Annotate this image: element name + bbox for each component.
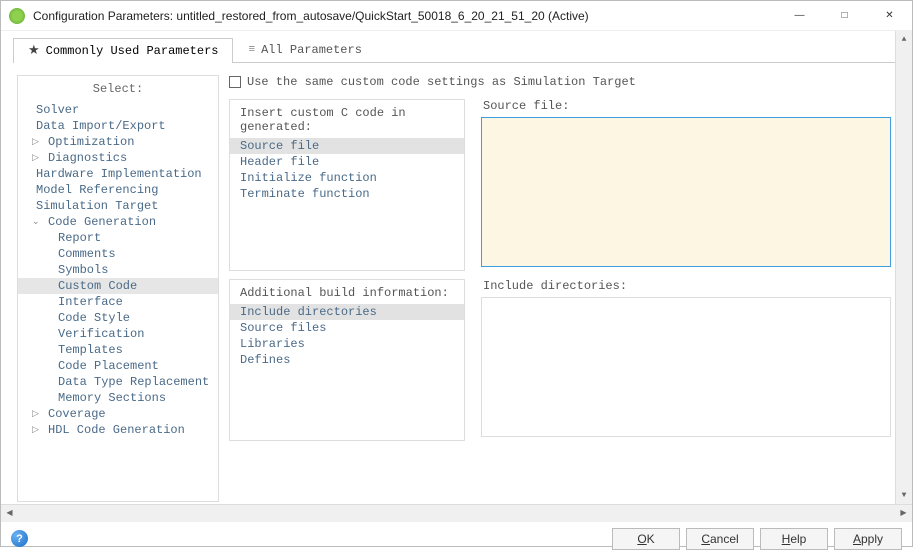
vertical-scrollbar[interactable]: ▲ ▼ [895, 31, 912, 504]
source-file-label: Source file: [481, 99, 891, 113]
scroll-down-icon[interactable]: ▼ [896, 487, 912, 504]
footer: ? OK Cancel Help Apply [1, 521, 912, 555]
build-item-source-files[interactable]: Source files [230, 320, 464, 336]
tree-code-placement[interactable]: Code Placement [18, 358, 218, 374]
scroll-left-icon[interactable]: ◀ [1, 508, 18, 518]
tree-solver[interactable]: Solver [18, 102, 218, 118]
tab-all-parameters[interactable]: ≡ All Parameters [233, 37, 376, 62]
tree-verification[interactable]: Verification [18, 326, 218, 342]
tree-hdl-code-generation[interactable]: ▷HDL Code Generation [18, 422, 218, 438]
apply-button[interactable]: Apply [834, 528, 902, 550]
tab-commonly-used[interactable]: ★ Commonly Used Parameters [13, 38, 233, 63]
insert-code-group: Insert custom C code in generated: Sourc… [229, 99, 465, 271]
chevron-right-icon[interactable]: ▷ [32, 137, 42, 147]
app-icon [9, 8, 25, 24]
help-button[interactable]: Help [760, 528, 828, 550]
category-sidebar: Select: Solver Data Import/Export ▷Optim… [17, 75, 219, 502]
star-icon: ★ [28, 43, 40, 58]
include-directories-editor[interactable] [481, 297, 891, 437]
horizontal-scrollbar[interactable]: ◀ ▶ [1, 504, 912, 521]
build-info-title: Additional build information: [230, 286, 464, 304]
tab-label: Commonly Used Parameters [46, 44, 219, 58]
include-directories-label: Include directories: [481, 279, 891, 293]
list-icon: ≡ [248, 44, 255, 56]
tree-interface[interactable]: Interface [18, 294, 218, 310]
tree-code-style[interactable]: Code Style [18, 310, 218, 326]
same-settings-checkbox[interactable] [229, 76, 241, 88]
tree-optimization[interactable]: ▷Optimization [18, 134, 218, 150]
tree-data-type-replacement[interactable]: Data Type Replacement [18, 374, 218, 390]
tab-bar: ★ Commonly Used Parameters ≡ All Paramet… [13, 37, 895, 63]
tree-report[interactable]: Report [18, 230, 218, 246]
build-item-include-directories[interactable]: Include directories [230, 304, 464, 320]
tree-hardware-implementation[interactable]: Hardware Implementation [18, 166, 218, 182]
build-item-defines[interactable]: Defines [230, 352, 464, 368]
cancel-button[interactable]: Cancel [686, 528, 754, 550]
same-settings-row: Use the same custom code settings as Sim… [229, 75, 891, 89]
sidebar-heading: Select: [18, 78, 218, 102]
tab-label: All Parameters [261, 43, 362, 57]
minimize-button[interactable]: — [777, 1, 822, 30]
close-button[interactable]: ✕ [867, 1, 912, 30]
same-settings-label: Use the same custom code settings as Sim… [247, 75, 636, 89]
chevron-right-icon[interactable]: ▷ [32, 153, 42, 163]
tree-templates[interactable]: Templates [18, 342, 218, 358]
tree-custom-code[interactable]: Custom Code [18, 278, 218, 294]
scroll-track[interactable] [896, 48, 912, 487]
insert-item-header-file[interactable]: Header file [230, 154, 464, 170]
scroll-right-icon[interactable]: ▶ [895, 508, 912, 518]
insert-item-terminate-function[interactable]: Terminate function [230, 186, 464, 202]
settings-pane: Use the same custom code settings as Sim… [229, 71, 891, 502]
category-tree: Solver Data Import/Export ▷Optimization … [18, 102, 218, 438]
build-item-libraries[interactable]: Libraries [230, 336, 464, 352]
tree-diagnostics[interactable]: ▷Diagnostics [18, 150, 218, 166]
tree-memory-sections[interactable]: Memory Sections [18, 390, 218, 406]
tree-data-import-export[interactable]: Data Import/Export [18, 118, 218, 134]
chevron-right-icon[interactable]: ▷ [32, 425, 42, 435]
insert-item-source-file[interactable]: Source file [230, 138, 464, 154]
maximize-button[interactable]: □ [822, 1, 867, 30]
scroll-up-icon[interactable]: ▲ [896, 31, 912, 48]
chevron-down-icon[interactable]: ⌄ [32, 217, 42, 227]
insert-item-initialize-function[interactable]: Initialize function [230, 170, 464, 186]
help-icon[interactable]: ? [11, 530, 28, 547]
tree-comments[interactable]: Comments [18, 246, 218, 262]
tree-model-referencing[interactable]: Model Referencing [18, 182, 218, 198]
window-controls: — □ ✕ [777, 1, 912, 30]
tree-simulation-target[interactable]: Simulation Target [18, 198, 218, 214]
titlebar: Configuration Parameters: untitled_resto… [1, 1, 912, 31]
tree-symbols[interactable]: Symbols [18, 262, 218, 278]
chevron-right-icon[interactable]: ▷ [32, 409, 42, 419]
ok-button[interactable]: OK [612, 528, 680, 550]
build-info-group: Additional build information: Include di… [229, 279, 465, 441]
source-file-editor[interactable] [481, 117, 891, 267]
insert-code-title: Insert custom C code in generated: [230, 106, 464, 138]
window-title: Configuration Parameters: untitled_resto… [33, 9, 777, 23]
tree-code-generation[interactable]: ⌄Code Generation [18, 214, 218, 230]
tree-coverage[interactable]: ▷Coverage [18, 406, 218, 422]
